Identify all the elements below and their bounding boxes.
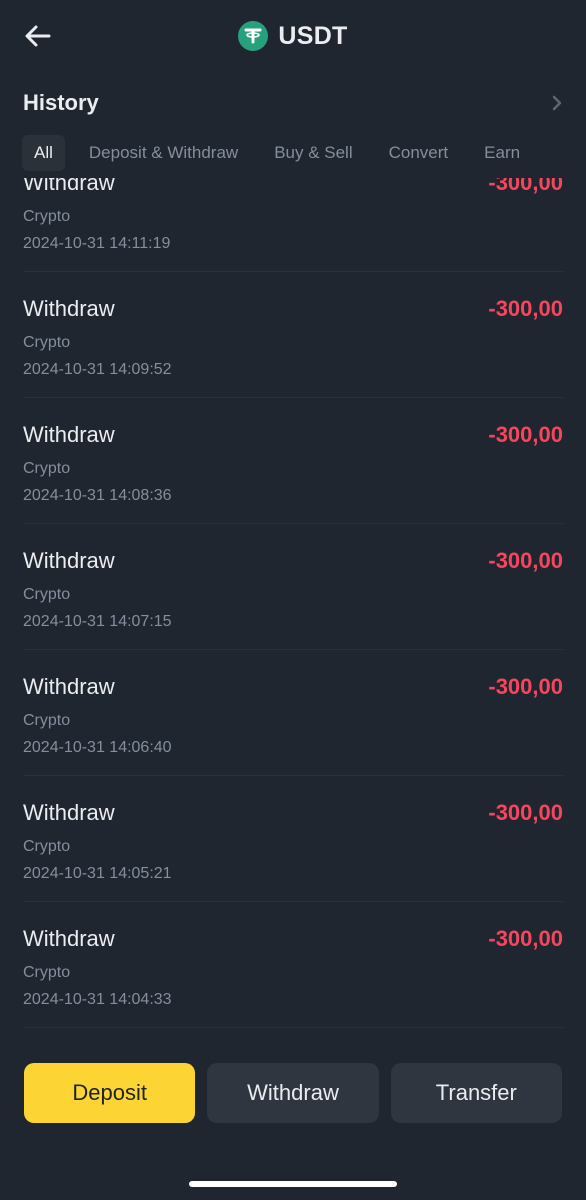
transaction-type: Withdraw: [23, 800, 115, 825]
transaction-type: Withdraw: [23, 422, 115, 447]
page-header: USDT: [0, 18, 586, 54]
tab-earn[interactable]: Earn: [472, 135, 532, 171]
list-item[interactable]: Withdraw -300,00 Crypto 2024-10-31 14:08…: [23, 398, 563, 524]
tab-buy-sell[interactable]: Buy & Sell: [262, 135, 364, 171]
home-indicator[interactable]: [189, 1181, 397, 1187]
list-item[interactable]: Withdraw -300,00 Crypto 2024-10-31 14:09…: [23, 272, 563, 398]
tab-all[interactable]: All: [22, 135, 65, 171]
transaction-time: 2024-10-31 14:06:40: [23, 739, 172, 756]
transaction-category: Crypto: [23, 712, 71, 729]
transaction-type: Withdraw: [23, 296, 115, 321]
list-item[interactable]: Withdraw -300,00 Crypto 2024-10-31 14:04…: [23, 902, 563, 1028]
transaction-category: Crypto: [23, 334, 71, 351]
transaction-type: Withdraw: [23, 926, 115, 951]
transaction-category: Crypto: [23, 838, 71, 855]
transaction-amount: -300,00: [488, 548, 563, 573]
transaction-time: 2024-10-31 14:04:33: [23, 991, 172, 1008]
transaction-category: Crypto: [23, 964, 71, 981]
transaction-category: Crypto: [23, 208, 71, 225]
list-item[interactable]: Withdraw -300,00 Crypto 2024-10-31 14:05…: [23, 776, 563, 902]
transfer-button[interactable]: Transfer: [390, 1063, 562, 1123]
transaction-category: Crypto: [23, 586, 71, 603]
transaction-time: 2024-10-31 14:08:36: [23, 487, 172, 504]
transaction-amount: -300,00: [488, 422, 563, 447]
list-item[interactable]: Withdraw -300,00 Crypto 2024-10-31 14:06…: [23, 650, 563, 776]
tether-icon: [238, 21, 269, 51]
history-title: History: [23, 90, 99, 115]
transaction-amount: -300,00: [488, 296, 563, 321]
transaction-time: 2024-10-31 14:05:21: [23, 865, 172, 882]
transaction-amount: -300,00: [488, 178, 563, 195]
list-item[interactable]: Withdraw -300,00 Crypto 2024-10-31 14:07…: [23, 524, 563, 650]
list-item[interactable]: Withdraw -300,00 Crypto 2024-10-31 14:11…: [23, 178, 563, 272]
transaction-amount: -300,00: [488, 674, 563, 699]
page-title: USDT: [278, 21, 348, 50]
filter-tabs: All Deposit & Withdraw Buy & Sell Conver…: [22, 135, 586, 171]
transaction-amount: -300,00: [488, 800, 563, 825]
history-header[interactable]: History: [23, 88, 563, 118]
transaction-list: Withdraw -300,00 Crypto 2024-10-31 14:11…: [0, 178, 586, 1033]
tab-deposit-withdraw[interactable]: Deposit & Withdraw: [77, 135, 250, 171]
deposit-button[interactable]: Deposit: [24, 1063, 196, 1123]
transaction-time: 2024-10-31 14:07:15: [23, 613, 172, 630]
top-bar: USDT: [0, 0, 586, 72]
transaction-type: Withdraw: [23, 674, 115, 699]
transaction-type: Withdraw: [23, 178, 115, 195]
transaction-type: Withdraw: [23, 548, 115, 573]
transaction-amount: -300,00: [488, 926, 563, 951]
transaction-time: 2024-10-31 14:11:19: [23, 235, 171, 252]
tab-convert[interactable]: Convert: [377, 135, 461, 171]
withdraw-button[interactable]: Withdraw: [207, 1063, 379, 1123]
transaction-time: 2024-10-31 14:09:52: [23, 361, 172, 378]
chevron-right-icon[interactable]: [551, 95, 563, 111]
transaction-category: Crypto: [23, 460, 71, 477]
action-bar: Deposit Withdraw Transfer: [24, 1063, 562, 1123]
